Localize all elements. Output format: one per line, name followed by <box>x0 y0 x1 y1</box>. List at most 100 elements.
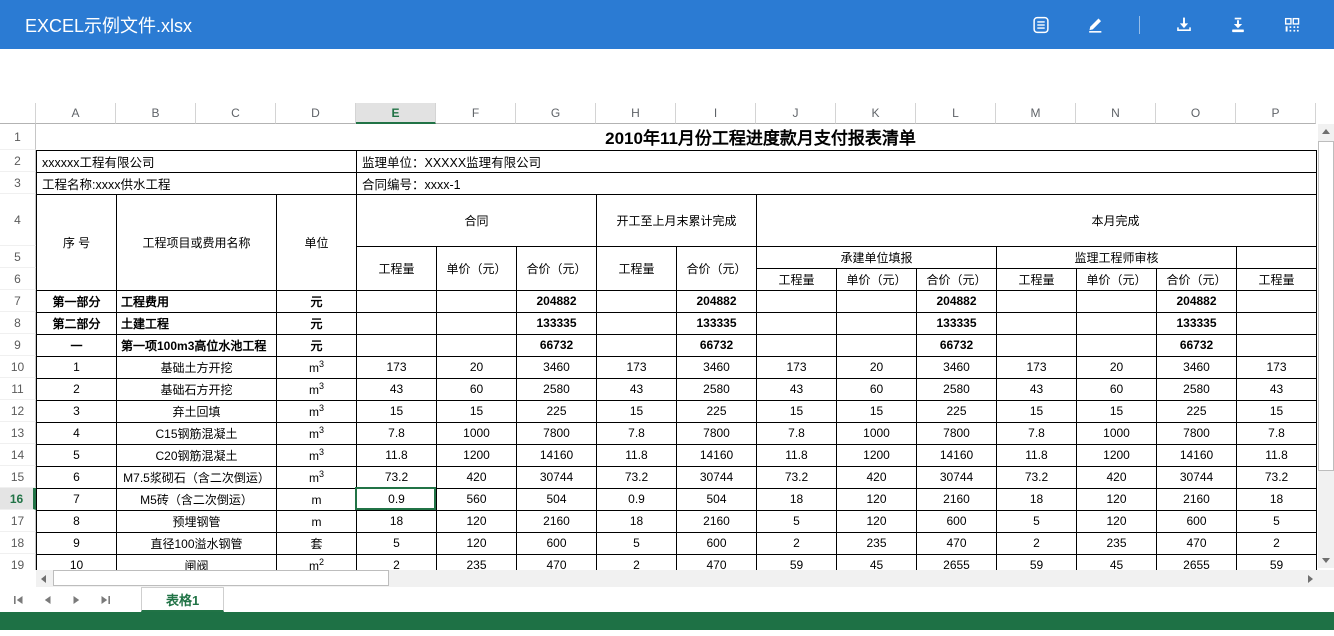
cell[interactable]: 420 <box>437 466 517 488</box>
cell[interactable]: 1200 <box>837 444 917 466</box>
cell[interactable]: 7.8 <box>357 422 437 444</box>
cell[interactable] <box>597 290 677 312</box>
row-header[interactable]: 12 <box>0 400 36 422</box>
cell[interactable]: 15 <box>757 400 837 422</box>
cell[interactable]: 11.8 <box>997 444 1077 466</box>
cell[interactable] <box>437 312 517 334</box>
cell-seq[interactable]: 4 <box>37 422 117 444</box>
row-header[interactable]: 15 <box>0 466 36 488</box>
cell[interactable]: 14160 <box>677 444 757 466</box>
cell[interactable]: 60 <box>837 378 917 400</box>
cell-seq[interactable]: 3 <box>37 400 117 422</box>
header-total-price[interactable]: 合价（元） <box>517 246 597 290</box>
cell[interactable]: 11.8 <box>1237 444 1317 466</box>
download-icon[interactable] <box>1174 15 1194 35</box>
header-qty[interactable]: 工程量 <box>1237 268 1317 290</box>
first-sheet-button[interactable] <box>12 594 24 606</box>
cell[interactable]: 2160 <box>677 510 757 532</box>
cell-item-name[interactable]: 土建工程 <box>117 312 277 334</box>
column-header[interactable]: H <box>596 103 676 124</box>
cell-unit[interactable]: 套 <box>277 532 357 554</box>
cell-item-name[interactable]: 预埋钢管 <box>117 510 277 532</box>
cell-unit[interactable]: m3 <box>277 378 357 400</box>
row-header[interactable]: 3 <box>0 172 36 194</box>
cell-seq[interactable]: 10 <box>37 554 117 570</box>
cell[interactable]: 30744 <box>677 466 757 488</box>
cell[interactable]: 0.9 <box>597 488 677 510</box>
cell[interactable]: 15 <box>997 400 1077 422</box>
cell[interactable]: 2655 <box>917 554 997 570</box>
cell[interactable]: 11.8 <box>597 444 677 466</box>
row-header[interactable]: 9 <box>0 334 36 356</box>
cell[interactable]: 7800 <box>677 422 757 444</box>
cell[interactable]: 3460 <box>677 356 757 378</box>
cell[interactable]: 173 <box>757 356 837 378</box>
cell-item-name[interactable]: C15钢筋混凝土 <box>117 422 277 444</box>
cell-item-name[interactable]: M5砖（含二次倒运） <box>117 488 277 510</box>
row-header[interactable]: 13 <box>0 422 36 444</box>
cell-item-name[interactable]: C20钢筋混凝土 <box>117 444 277 466</box>
cell-seq[interactable]: 5 <box>37 444 117 466</box>
outline-icon[interactable] <box>1031 15 1051 35</box>
cell[interactable]: 204882 <box>917 290 997 312</box>
cell[interactable]: 18 <box>357 510 437 532</box>
horizontal-scrollbar[interactable] <box>36 570 1318 587</box>
apps-grid-icon[interactable] <box>1282 15 1302 35</box>
column-header[interactable]: P <box>1236 103 1316 124</box>
cell[interactable]: 600 <box>677 532 757 554</box>
cell[interactable]: 73.2 <box>757 466 837 488</box>
cell[interactable]: 133335 <box>1157 312 1237 334</box>
cell[interactable]: 600 <box>517 532 597 554</box>
row-header[interactable]: 8 <box>0 312 36 334</box>
row-header[interactable]: 11 <box>0 378 36 400</box>
cell-seq[interactable]: 1 <box>37 356 117 378</box>
cell[interactable]: 5 <box>757 510 837 532</box>
cell[interactable]: 235 <box>837 532 917 554</box>
cell-seq[interactable]: 9 <box>37 532 117 554</box>
cell[interactable]: 7800 <box>517 422 597 444</box>
cell[interactable]: 470 <box>677 554 757 570</box>
cell[interactable] <box>757 312 837 334</box>
cell[interactable]: 43 <box>357 378 437 400</box>
header-total-price[interactable]: 合价（元） <box>917 268 997 290</box>
cell-seq[interactable]: 一 <box>37 334 117 356</box>
cell-item-name[interactable]: M7.5浆砌石（含二次倒运） <box>117 466 277 488</box>
cell[interactable]: 120 <box>1077 488 1157 510</box>
cell[interactable]: 15 <box>357 400 437 422</box>
cell[interactable]: 66732 <box>677 334 757 356</box>
horizontal-scroll-thumb[interactable] <box>53 570 389 586</box>
cell-project-name[interactable]: 工程名称:xxxx供水工程 <box>37 172 357 194</box>
column-header[interactable]: N <box>1076 103 1156 124</box>
cell[interactable]: 470 <box>1157 532 1237 554</box>
cell[interactable]: 7800 <box>917 422 997 444</box>
vertical-scrollbar[interactable] <box>1318 124 1334 568</box>
cell[interactable]: 66732 <box>1157 334 1237 356</box>
row-header[interactable]: 19 <box>0 554 36 570</box>
cell[interactable]: 45 <box>837 554 917 570</box>
report-title[interactable]: 2010年11月份工程进度款月支付报表清单 <box>37 124 1317 150</box>
row-header[interactable]: 14 <box>0 444 36 466</box>
cell[interactable]: 66732 <box>917 334 997 356</box>
cell-unit[interactable]: m <box>277 510 357 532</box>
cell[interactable]: 73.2 <box>997 466 1077 488</box>
cell[interactable] <box>1237 290 1317 312</box>
cell[interactable]: 14160 <box>1157 444 1237 466</box>
row-header[interactable]: 5 <box>0 246 36 268</box>
header-month-done-group[interactable]: 本月完成 <box>757 194 1317 246</box>
header-supervisor-review-group[interactable]: 监理工程师审核 <box>997 246 1237 268</box>
cell[interactable]: 18 <box>757 488 837 510</box>
cell-seq[interactable]: 2 <box>37 378 117 400</box>
cell[interactable]: 225 <box>517 400 597 422</box>
cell[interactable]: 7.8 <box>1237 422 1317 444</box>
cell-unit[interactable]: 元 <box>277 312 357 334</box>
cell[interactable]: 173 <box>1237 356 1317 378</box>
cell-unit[interactable]: m3 <box>277 466 357 488</box>
cell[interactable]: 420 <box>1077 466 1157 488</box>
row-header[interactable]: 16 <box>0 488 36 510</box>
column-header[interactable]: J <box>756 103 836 124</box>
cell[interactable] <box>597 334 677 356</box>
header-item-name[interactable]: 工程项目或费用名称 <box>117 194 277 290</box>
cell[interactable]: 15 <box>1077 400 1157 422</box>
cell[interactable] <box>757 334 837 356</box>
cell[interactable]: 2 <box>757 532 837 554</box>
